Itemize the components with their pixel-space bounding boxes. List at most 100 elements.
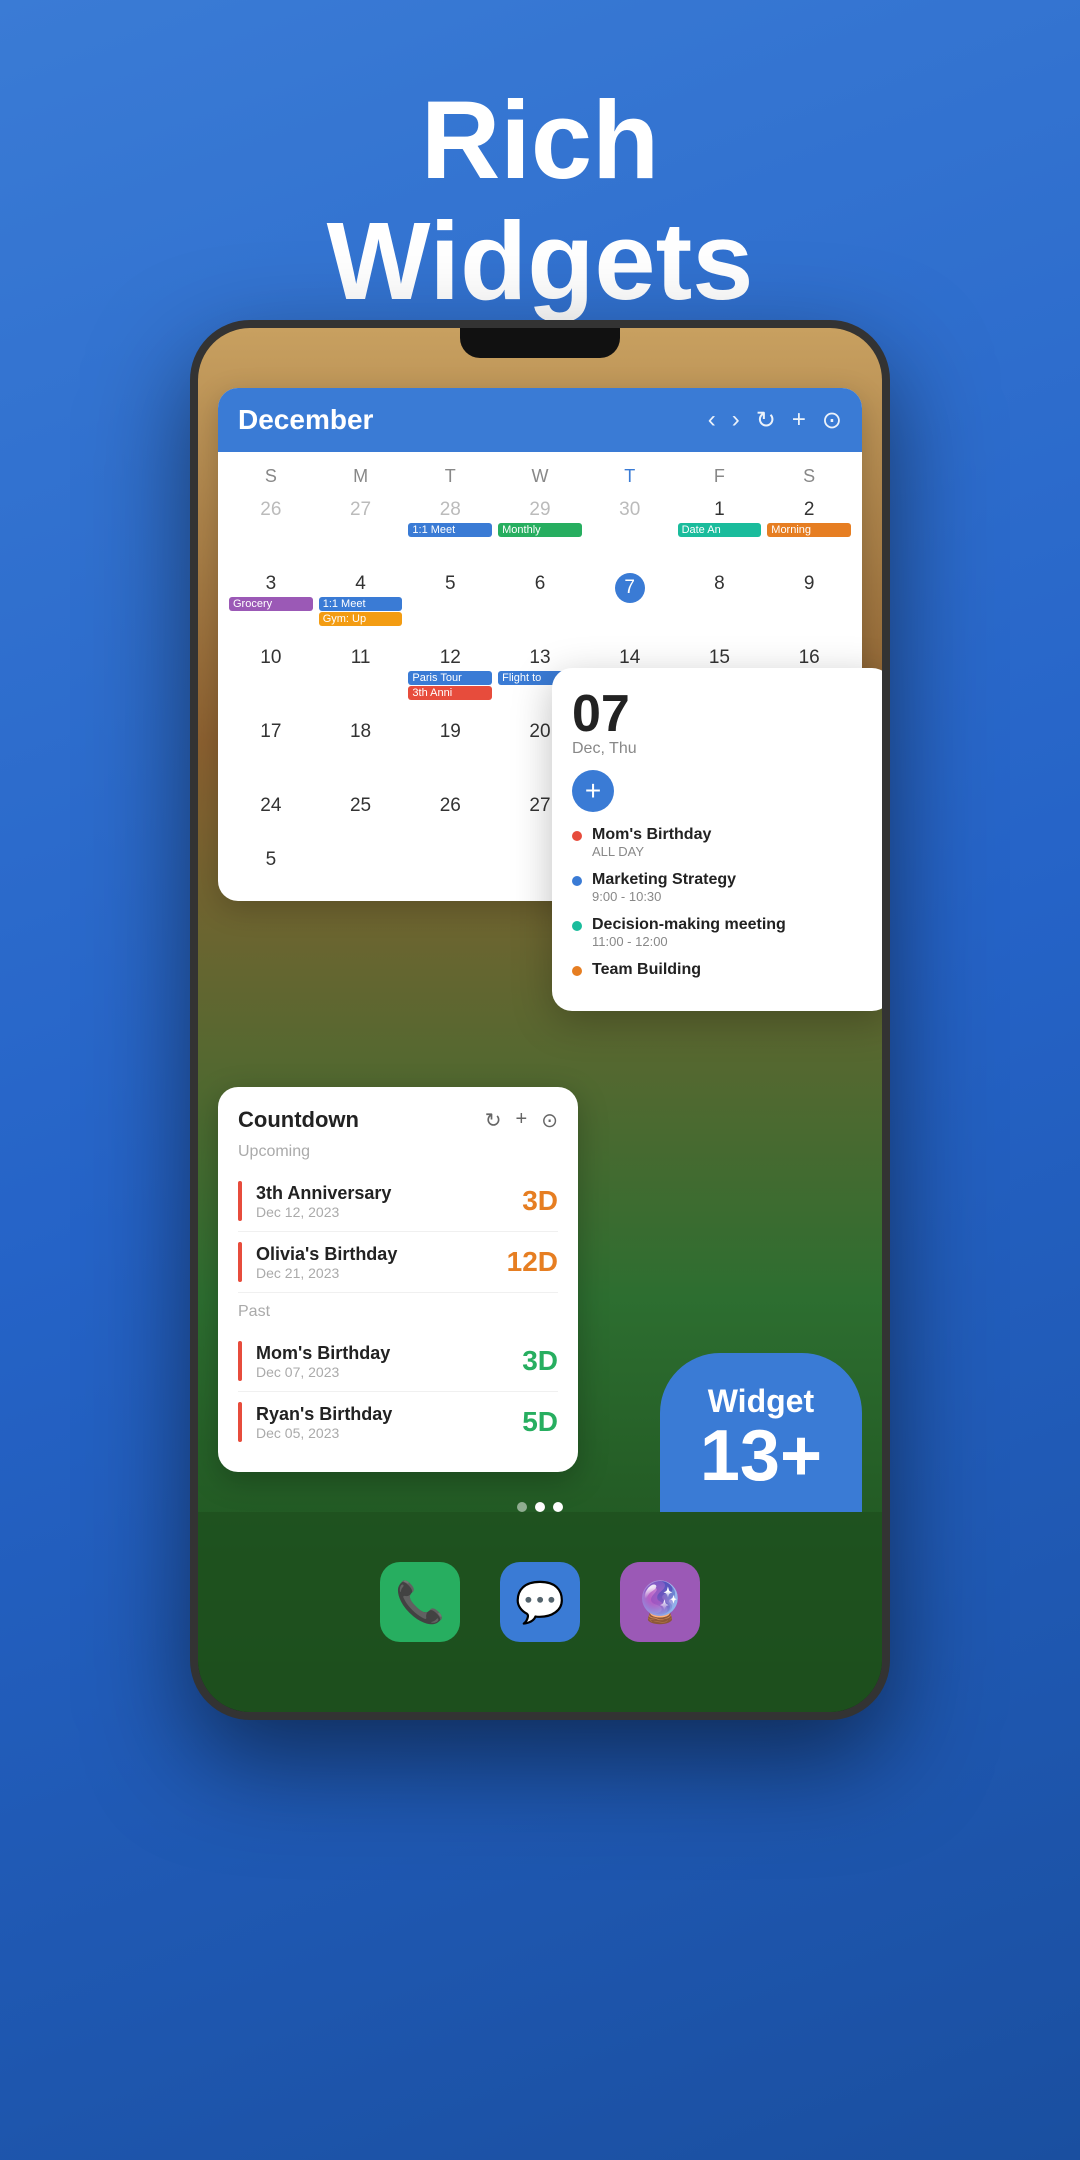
calendar-settings-btn[interactable]: ⊙	[822, 406, 842, 435]
cal-day-3[interactable]: 3 Grocery	[226, 571, 316, 641]
pagination-dots	[517, 1502, 563, 1512]
cal-day-1[interactable]: 1 Date An	[675, 497, 765, 567]
countdown-item-anniversary: 3th Anniversary Dec 12, 2023 3D	[238, 1171, 558, 1232]
popup-add-button[interactable]: +	[572, 770, 614, 812]
popup-event-2: Marketing Strategy 9:00 - 10:30	[572, 871, 872, 904]
calendar-back-btn[interactable]: ‹	[708, 406, 716, 434]
popup-day-number: 07	[572, 688, 872, 740]
countdown-bar-4	[238, 1402, 242, 1442]
cal-day-5[interactable]: 5	[405, 571, 495, 641]
calendar-refresh-btn[interactable]: ↻	[756, 406, 776, 435]
countdown-widget: Countdown ↻ + ⊙ Upcoming 3th Anniversary…	[218, 1087, 578, 1472]
event-1-1-meet-4: 1:1 Meet	[319, 597, 403, 611]
cal-day-18[interactable]: 18	[316, 719, 406, 789]
cal-day-25[interactable]: 25	[316, 793, 406, 843]
countdown-title: Countdown	[238, 1107, 485, 1133]
cal-day-11[interactable]: 11	[316, 645, 406, 715]
cal-day-9[interactable]: 9	[764, 571, 854, 641]
day-header-s2: S	[764, 462, 854, 491]
cal-day-31-row2[interactable]	[316, 847, 406, 887]
countdown-header: Countdown ↻ + ⊙	[238, 1107, 558, 1133]
countdown-date-2: Dec 21, 2023	[256, 1265, 493, 1281]
countdown-info-2: Olivia's Birthday Dec 21, 2023	[256, 1244, 493, 1281]
widget-badge: Widget 13+	[660, 1353, 862, 1512]
event-3th-anni: 3th Anni	[408, 686, 492, 700]
popup-event-4-info: Team Building	[592, 961, 701, 979]
countdown-days-4: 5D	[522, 1406, 558, 1438]
dock-messages-icon[interactable]: 💬	[500, 1562, 580, 1642]
countdown-icons: ↻ + ⊙	[485, 1108, 558, 1133]
popup-event-4-name: Team Building	[592, 961, 701, 979]
popup-event-3-name: Decision-making meeting	[592, 916, 786, 934]
day-header-w: W	[495, 462, 585, 491]
cal-day-26-last[interactable]: 26	[405, 793, 495, 843]
popup-event-3: Decision-making meeting 11:00 - 12:00	[572, 916, 872, 949]
popup-event-3-time: 11:00 - 12:00	[592, 934, 786, 949]
countdown-refresh-btn[interactable]: ↻	[485, 1108, 502, 1133]
cal-day-30[interactable]: 30	[585, 497, 675, 567]
day-header-t1: T	[405, 462, 495, 491]
past-section-label: Past	[238, 1303, 558, 1321]
event-date-an: Date An	[678, 523, 762, 537]
countdown-bar-2	[238, 1242, 242, 1282]
event-monthly: Monthly	[498, 523, 582, 537]
popup-event-1: Mom's Birthday ALL DAY	[572, 826, 872, 859]
cal-day-31-row[interactable]: 5	[226, 847, 316, 887]
popup-event-2-name: Marketing Strategy	[592, 871, 736, 889]
cal-day-7-today[interactable]: 7	[585, 571, 675, 641]
dock-phone-icon[interactable]: 📞	[380, 1562, 460, 1642]
cal-day-28[interactable]: 28 1:1 Meet	[405, 497, 495, 567]
cal-day-2[interactable]: 2 Morning	[764, 497, 854, 567]
event-morning-2: Morning	[767, 523, 851, 537]
phone-mockup: December ‹ › ↻ + ⊙ S M T W T F S	[190, 320, 890, 1720]
pagination-dot-2	[535, 1502, 545, 1512]
dock-meet-icon[interactable]: 🔮	[620, 1562, 700, 1642]
countdown-bar-3	[238, 1341, 242, 1381]
day-header-m: M	[316, 462, 406, 491]
day-detail-popup: 07 Dec, Thu + Mom's Birthday ALL DAY Mar…	[552, 668, 882, 1011]
countdown-item-olivia: Olivia's Birthday Dec 21, 2023 12D	[238, 1232, 558, 1293]
cal-day-19[interactable]: 19	[405, 719, 495, 789]
cal-day-10[interactable]: 10	[226, 645, 316, 715]
popup-event-2-time: 9:00 - 10:30	[592, 889, 736, 904]
countdown-item-mom: Mom's Birthday Dec 07, 2023 3D	[238, 1331, 558, 1392]
countdown-name-4: Ryan's Birthday	[256, 1404, 508, 1425]
phone-screen: December ‹ › ↻ + ⊙ S M T W T F S	[198, 328, 882, 1712]
widget-badge-label: Widget	[700, 1383, 822, 1420]
calendar-week-2: 3 Grocery 4 1:1 Meet Gym: Up 5 6 7 8 9	[226, 571, 854, 641]
day-headers: S M T W T F S	[226, 462, 854, 491]
countdown-name-3: Mom's Birthday	[256, 1343, 508, 1364]
countdown-date-4: Dec 05, 2023	[256, 1425, 508, 1441]
event-grocery-3: Grocery	[229, 597, 313, 611]
countdown-info-3: Mom's Birthday Dec 07, 2023	[256, 1343, 508, 1380]
cal-day-8[interactable]: 8	[675, 571, 765, 641]
countdown-days-1: 3D	[522, 1185, 558, 1217]
countdown-settings-btn[interactable]: ⊙	[541, 1108, 558, 1133]
cal-day-17[interactable]: 17	[226, 719, 316, 789]
countdown-info-4: Ryan's Birthday Dec 05, 2023	[256, 1404, 508, 1441]
countdown-bar-1	[238, 1181, 242, 1221]
day-header-thu: T	[585, 462, 675, 491]
popup-event-1-info: Mom's Birthday ALL DAY	[592, 826, 711, 859]
widget-badge-count: 13+	[700, 1420, 822, 1492]
cal-day-12[interactable]: 12 Paris Tour 3th Anni	[405, 645, 495, 715]
cal-day-24[interactable]: 24	[226, 793, 316, 843]
upcoming-section-label: Upcoming	[238, 1143, 558, 1161]
event-paris-tour: Paris Tour	[408, 671, 492, 685]
countdown-info-1: 3th Anniversary Dec 12, 2023	[256, 1183, 508, 1220]
cal-day-27[interactable]: 27	[316, 497, 406, 567]
countdown-days-3: 3D	[522, 1345, 558, 1377]
calendar-add-btn[interactable]: +	[792, 406, 806, 434]
calendar-forward-btn[interactable]: ›	[732, 406, 740, 434]
countdown-name-1: 3th Anniversary	[256, 1183, 508, 1204]
cal-day-4[interactable]: 4 1:1 Meet Gym: Up	[316, 571, 406, 641]
popup-event-4: Team Building	[572, 961, 872, 979]
pagination-dot-1	[517, 1502, 527, 1512]
event-1-1-meet: 1:1 Meet	[408, 523, 492, 537]
cal-day-6[interactable]: 6	[495, 571, 585, 641]
countdown-item-ryan: Ryan's Birthday Dec 05, 2023 5D	[238, 1392, 558, 1452]
cal-day-29[interactable]: 29 Monthly	[495, 497, 585, 567]
day-header-s1: S	[226, 462, 316, 491]
countdown-add-btn[interactable]: +	[516, 1108, 528, 1133]
cal-day-26[interactable]: 26	[226, 497, 316, 567]
